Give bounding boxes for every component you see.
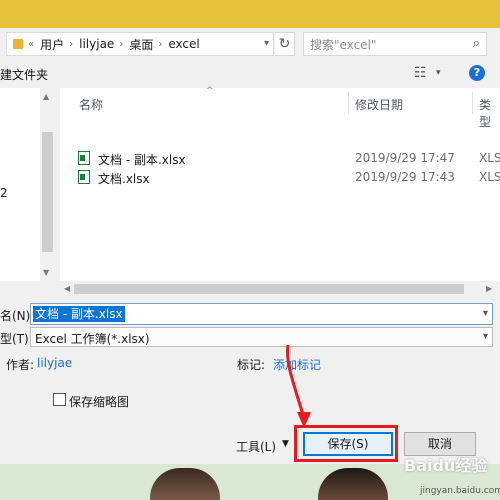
scroll-down-icon[interactable]: ▼ bbox=[43, 268, 49, 277]
column-type[interactable]: 类型 bbox=[479, 96, 500, 130]
author-value[interactable]: lilyjae bbox=[37, 356, 72, 370]
tags-value[interactable]: 添加标记 bbox=[273, 356, 321, 373]
save-dialog: « 用户 › lilyjae › 桌面 › excel ▾ ↻ 搜索"excel… bbox=[0, 28, 500, 464]
thumbnail-checkbox[interactable] bbox=[53, 393, 66, 406]
toolbar: 建文件夹 ☷ ▾ ? bbox=[0, 62, 500, 88]
column-name[interactable]: 名称 bbox=[79, 96, 103, 113]
breadcrumb-excel[interactable]: excel bbox=[168, 37, 199, 51]
address-row: « 用户 › lilyjae › 桌面 › excel ▾ ↻ 搜索"excel… bbox=[0, 32, 500, 56]
folder-icon bbox=[13, 39, 23, 49]
watermark-logo: Baidu经验 bbox=[404, 456, 488, 475]
file-date: 2019/9/29 17:47 bbox=[355, 151, 455, 165]
file-type: XLS bbox=[479, 170, 500, 184]
new-folder-button[interactable]: 建文件夹 bbox=[0, 66, 48, 83]
file-row[interactable]: 文档 - 副本.xlsx 2019/9/29 17:47 XLS bbox=[78, 149, 500, 167]
file-row[interactable]: 文档.xlsx 2019/9/29 17:43 XLS bbox=[78, 168, 500, 186]
scroll-right-icon[interactable]: ▶ bbox=[486, 284, 492, 293]
chevron-down-icon[interactable]: ▾ bbox=[483, 331, 488, 342]
tools-button[interactable]: 工具(L) bbox=[236, 438, 276, 455]
excel-file-icon bbox=[78, 170, 90, 184]
excel-file-icon bbox=[78, 151, 90, 165]
filename-value: 文档 - 副本.xlsx bbox=[33, 306, 125, 322]
filename-field[interactable]: 文档 - 副本.xlsx ▾ bbox=[30, 303, 493, 325]
search-icon[interactable]: ⌕ bbox=[473, 36, 480, 51]
file-date: 2019/9/29 17:43 bbox=[355, 170, 455, 184]
chevron-right-icon: › bbox=[69, 38, 74, 50]
filetype-select[interactable]: Excel 工作簿(*.xlsx) ▾ bbox=[30, 327, 493, 347]
filetype-value: Excel 工作簿(*.xlsx) bbox=[35, 332, 150, 346]
file-name: 文档 - 副本.xlsx bbox=[98, 153, 186, 167]
column-divider[interactable] bbox=[348, 92, 349, 114]
chevron-right-icon: › bbox=[119, 38, 124, 50]
sort-up-icon: ^ bbox=[206, 86, 214, 96]
filetype-label: 型(T): bbox=[0, 332, 33, 346]
overflow-icon[interactable]: « bbox=[28, 39, 34, 50]
thumbnail-label[interactable]: 保存缩略图 bbox=[69, 393, 129, 410]
chevron-right-icon: › bbox=[158, 38, 163, 50]
breadcrumb-users[interactable]: 用户 bbox=[40, 36, 64, 53]
highlight-box bbox=[294, 425, 398, 462]
breadcrumb-user[interactable]: lilyjae bbox=[79, 37, 114, 51]
file-name: 文档.xlsx bbox=[98, 172, 150, 186]
view-icon[interactable]: ☷ bbox=[414, 65, 427, 81]
refresh-icon[interactable]: ↻ bbox=[275, 32, 295, 56]
search-input[interactable]: 搜索"excel" ⌕ bbox=[303, 32, 487, 56]
tags-label: 标记: bbox=[237, 358, 266, 372]
horizontal-scrollbar[interactable]: ◀ ▶ bbox=[60, 281, 500, 297]
horizontal-scroll-thumb[interactable] bbox=[74, 284, 464, 294]
column-divider[interactable] bbox=[472, 92, 473, 114]
help-icon[interactable]: ? bbox=[469, 65, 485, 81]
title-bar bbox=[0, 0, 500, 28]
chevron-down-icon[interactable]: ▾ bbox=[264, 38, 269, 49]
nav-item[interactable]: 2 bbox=[0, 186, 8, 200]
file-type: XLS bbox=[479, 151, 500, 165]
chevron-down-icon[interactable]: ▾ bbox=[436, 68, 441, 78]
chevron-down-icon[interactable]: ▼ bbox=[282, 439, 289, 449]
chevron-down-icon[interactable]: ▾ bbox=[483, 308, 488, 319]
column-modified[interactable]: 修改日期 bbox=[355, 96, 403, 113]
watermark-url: jingyan.baidu.com bbox=[420, 486, 500, 496]
breadcrumb-desktop[interactable]: 桌面 bbox=[129, 36, 153, 53]
nav-scroll-thumb[interactable] bbox=[42, 132, 53, 252]
author-label: 作者: bbox=[6, 358, 35, 372]
search-placeholder: 搜索"excel" bbox=[310, 37, 377, 52]
scroll-up-icon[interactable]: ▲ bbox=[43, 92, 49, 101]
address-bar[interactable]: « 用户 › lilyjae › 桌面 › excel ▾ bbox=[6, 32, 274, 56]
scroll-left-icon[interactable]: ◀ bbox=[64, 284, 70, 293]
file-list: 名称 ^ 修改日期 类型 文档 - 副本.xlsx 2019/9/29 17:4… bbox=[60, 86, 500, 281]
